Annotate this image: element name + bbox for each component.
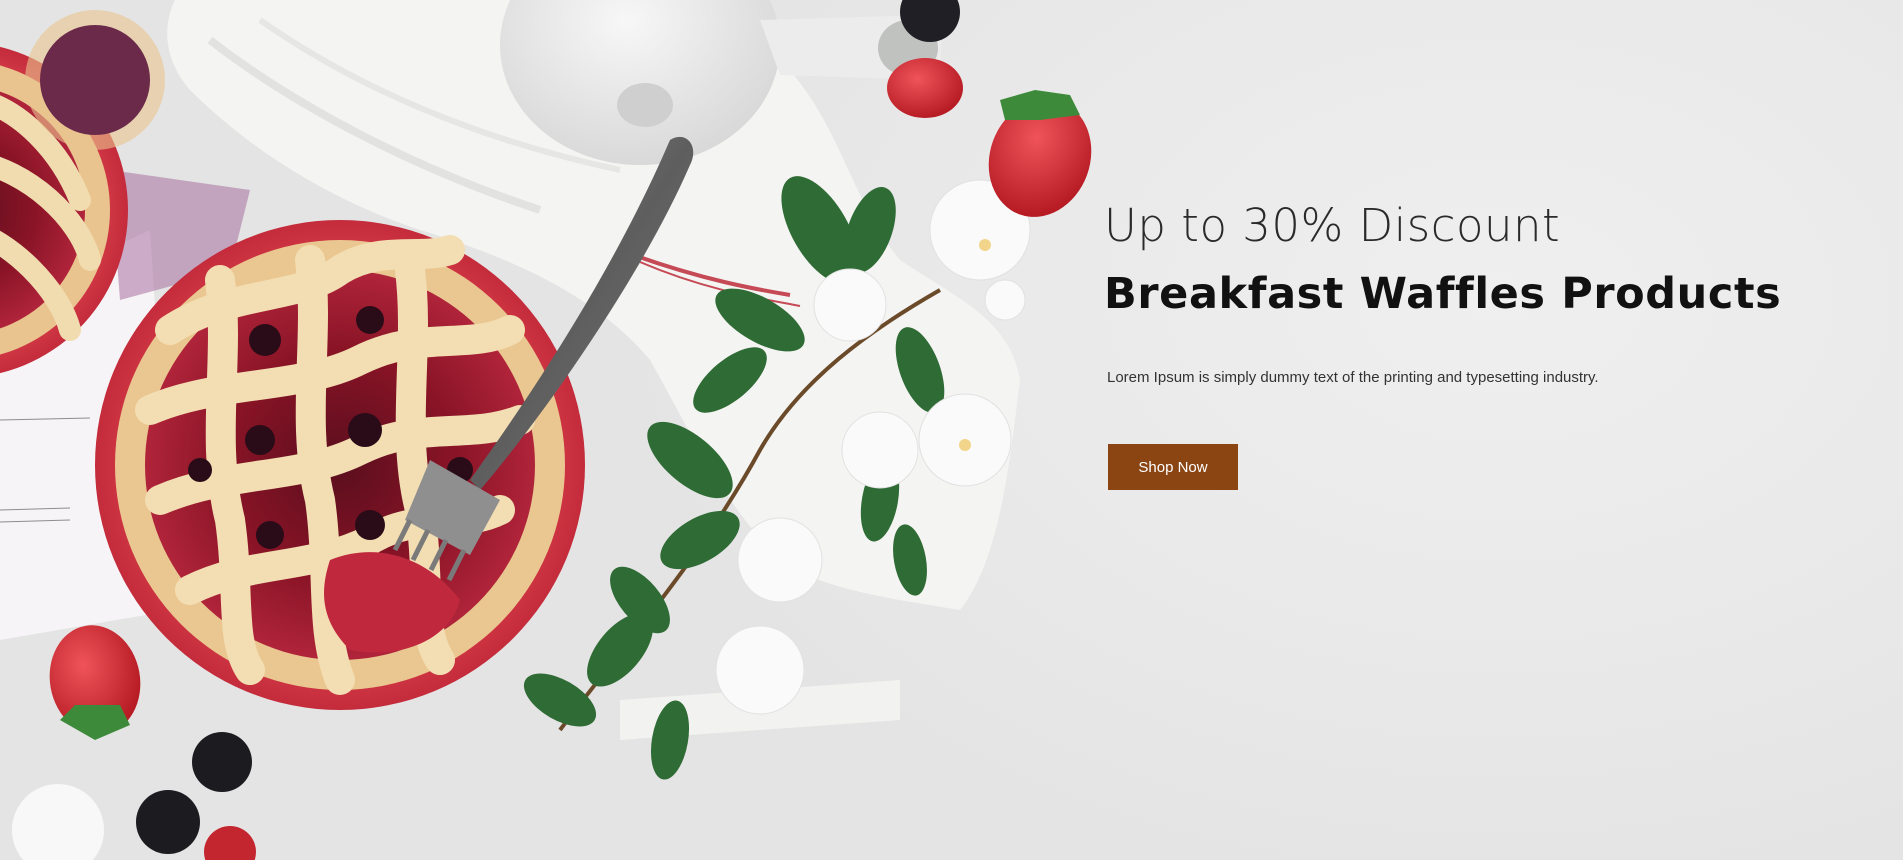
berry-pie	[95, 220, 585, 710]
hero-title: Breakfast Waffles Products	[1104, 269, 1782, 319]
shop-now-button[interactable]: Shop Now	[1108, 444, 1238, 490]
hero-content: Up to 30% Discount Breakfast Waffles Pro…	[1104, 196, 1864, 490]
hero-slider: Up to 30% Discount Breakfast Waffles Pro…	[0, 0, 1903, 860]
hero-subtitle: Up to 30% Discount	[1104, 199, 1561, 252]
hero-description: Lorem Ipsum is simply dummy text of the …	[1107, 369, 1599, 386]
hero-background-image	[0, 0, 1092, 860]
teapot	[500, 0, 942, 165]
